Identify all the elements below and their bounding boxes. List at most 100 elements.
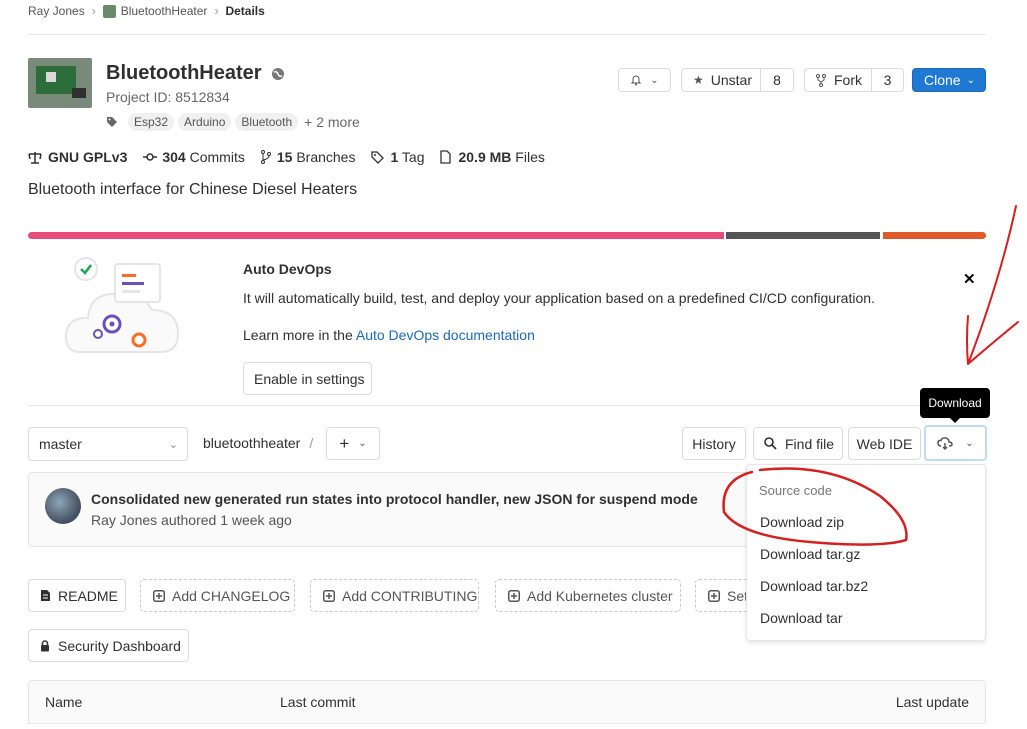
tooltip-arrow (950, 418, 960, 423)
clone-button[interactable]: Clone ⌄ (912, 68, 986, 92)
breadcrumb-project[interactable]: BluetoothHeater (121, 4, 208, 18)
find-file-button[interactable]: Find file (753, 427, 843, 460)
download-tooltip: Download (920, 388, 990, 418)
add-kubernetes-cluster-label: Add Kubernetes cluster (527, 587, 673, 604)
branch-select-value: master (39, 436, 82, 452)
project-description: Bluetooth interface for Chinese Diesel H… (28, 181, 358, 198)
web-ide-button[interactable]: Web IDE (848, 427, 921, 460)
auto-devops-illustration (60, 252, 185, 362)
branches-link[interactable]: 15 Branches (277, 149, 356, 165)
topic-tag[interactable]: Arduino (178, 113, 232, 131)
lock-icon (40, 639, 50, 652)
chevron-down-icon: ⌄ (168, 438, 178, 451)
plus-icon: + (339, 433, 350, 453)
find-file-label: Find file (785, 435, 835, 452)
plus-square-icon (708, 589, 720, 602)
security-dashboard-button[interactable]: Security Dashboard (28, 629, 189, 662)
add-changelog-button[interactable]: Add CHANGELOG (140, 579, 295, 612)
repo-path-link[interactable]: bluetoothheater (203, 435, 300, 451)
license-link[interactable]: GNU GPLv3 (48, 149, 127, 165)
branch-select[interactable]: master ⌄ (28, 427, 188, 461)
download-menu: Source code Download zip Download tar.gz… (746, 464, 986, 641)
auto-devops-body: It will automatically build, test, and d… (243, 290, 875, 306)
history-button[interactable]: History (682, 427, 746, 460)
file-icon (440, 150, 452, 164)
breadcrumb-user[interactable]: Ray Jones (28, 4, 85, 18)
project-id: Project ID: 8512834 (106, 89, 230, 105)
download-zip-item[interactable]: Download zip (760, 514, 844, 530)
readme-button[interactable]: README (28, 579, 126, 612)
download-dropdown-button[interactable]: ⌄ (924, 425, 987, 461)
chevron-down-icon: ⌄ (966, 74, 975, 86)
project-topics: Esp32 Arduino Bluetooth + 2 more (106, 113, 360, 131)
auto-devops-title: Auto DevOps (243, 261, 332, 277)
add-changelog-label: Add CHANGELOG (172, 587, 291, 604)
breadcrumb-current: Details (225, 4, 265, 18)
add-to-tree-dropdown[interactable]: + ⌄ (326, 427, 380, 460)
files-link[interactable]: 20.9 MB Files (458, 149, 544, 165)
add-contributing-label: Add CONTRIBUTING (342, 587, 478, 604)
learn-more-prefix: Learn more in the (243, 327, 353, 343)
fork-label: Fork (834, 72, 862, 88)
star-count[interactable]: 8 (760, 68, 794, 92)
download-tooltip-text: Download (928, 396, 982, 410)
project-avatar (28, 58, 92, 108)
column-last-update: Last update (895, 694, 969, 710)
file-icon (40, 589, 51, 602)
language-bar (28, 232, 986, 239)
cloud-download-icon (937, 436, 954, 450)
chevron-right-icon: › (91, 4, 96, 18)
bell-icon (630, 74, 642, 86)
divider (28, 34, 986, 35)
path-separator: / (309, 435, 314, 451)
chevron-down-icon: ⌄ (650, 74, 659, 86)
commit-icon (143, 152, 158, 162)
project-name: BluetoothHeater (106, 62, 262, 84)
globe-icon (271, 67, 285, 81)
star-icon: ★ (693, 73, 704, 87)
plus-square-icon (323, 589, 335, 602)
auto-devops-docs-link[interactable]: Auto DevOps documentation (356, 327, 535, 343)
project-stats: GNU GPLv3 304 Commits 15 Branches 1 Tag … (28, 149, 545, 165)
chevron-down-icon: ⌄ (358, 438, 367, 449)
close-icon[interactable]: ✕ (963, 270, 976, 288)
more-topics-link[interactable]: + 2 more (304, 114, 360, 130)
breadcrumb: Ray Jones › BluetoothHeater › Details (28, 4, 265, 18)
scale-icon (28, 151, 42, 164)
download-tar-item[interactable]: Download tar (760, 610, 843, 626)
divider (28, 405, 986, 406)
branch-icon (260, 150, 271, 164)
tag-icon (106, 116, 118, 128)
language-segment (883, 232, 986, 239)
add-contributing-button[interactable]: Add CONTRIBUTING (310, 579, 479, 612)
avatar[interactable] (45, 488, 81, 524)
fork-count[interactable]: 3 (871, 68, 904, 92)
tags-link[interactable]: 1 Tag (390, 149, 424, 165)
setup-label: Set (727, 587, 749, 604)
search-icon (764, 437, 777, 450)
commit-message[interactable]: Consolidated new generated run states in… (91, 491, 698, 507)
fork-button[interactable]: Fork (804, 68, 872, 92)
download-tar-gz-item[interactable]: Download tar.gz (760, 546, 860, 562)
auto-devops-learn-more: Learn more in the Auto DevOps documentat… (243, 327, 535, 343)
clone-label: Clone (924, 72, 961, 88)
project-title: BluetoothHeater (106, 62, 285, 85)
repo-path: bluetoothheater / (203, 435, 313, 451)
commit-author-line: Ray Jones authored 1 week ago (91, 512, 292, 528)
enable-in-settings-button[interactable]: Enable in settings (243, 362, 372, 395)
fork-icon (816, 73, 826, 87)
commits-link[interactable]: 304 Commits (162, 149, 244, 165)
chevron-down-icon: ⌄ (965, 437, 974, 449)
chevron-right-icon: › (214, 4, 219, 18)
topic-tag[interactable]: Bluetooth (235, 113, 299, 131)
download-tar-bz2-item[interactable]: Download tar.bz2 (760, 578, 868, 594)
unstar-button[interactable]: ★ Unstar (681, 68, 761, 92)
topic-tag[interactable]: Esp32 (128, 113, 175, 131)
readme-label: README (58, 587, 118, 604)
tag-icon (371, 150, 385, 164)
add-kubernetes-cluster-button[interactable]: Add Kubernetes cluster (495, 579, 681, 612)
column-name: Name (45, 694, 83, 710)
notification-dropdown[interactable]: ⌄ (618, 68, 671, 92)
plus-square-icon (508, 589, 520, 602)
project-avatar-icon (102, 4, 116, 18)
